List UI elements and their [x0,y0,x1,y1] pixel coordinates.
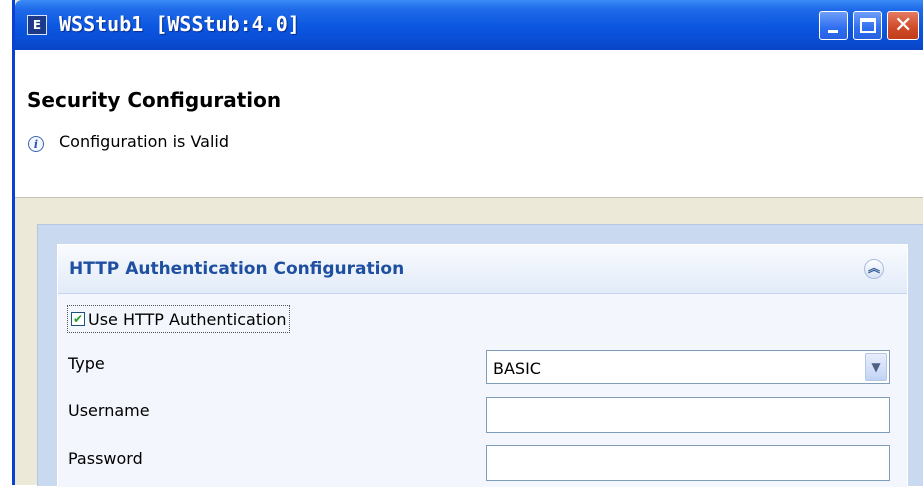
page-header: Security Configuration i Configuration i… [15,50,923,198]
app-window: E WSStub1 [WSStub:4.0] ✕ Security Config… [12,0,923,487]
type-select-value: BASIC [493,359,541,378]
window-title: WSStub1 [WSStub:4.0] [59,12,300,36]
validation-status: Configuration is Valid [59,132,230,151]
checkbox-checked-icon[interactable]: ✔ [71,312,85,326]
use-http-auth-label: Use HTTP Authentication [88,309,287,329]
info-icon: i [28,136,44,152]
section-header[interactable]: HTTP Authentication Configuration ︽ [58,245,907,294]
close-button[interactable]: ✕ [887,11,919,40]
http-auth-section: HTTP Authentication Configuration ︽ ✔ Us… [57,244,908,487]
type-label: Type [68,354,105,373]
use-http-auth-checkbox[interactable]: ✔ Use HTTP Authentication [67,305,291,333]
chevron-down-icon[interactable]: ▼ [865,353,887,381]
username-label: Username [68,401,150,420]
chevron-up-double-icon: ︽ [867,261,880,275]
username-input[interactable] [486,397,890,433]
form-panel: HTTP Authentication Configuration ︽ ✔ Us… [37,224,923,487]
close-icon: ✕ [894,13,913,38]
password-input[interactable] [486,445,890,481]
collapse-button[interactable]: ︽ [864,259,884,279]
maximize-button[interactable] [853,11,882,40]
minimize-button[interactable] [819,11,848,40]
type-select[interactable]: BASIC ▼ [486,350,890,384]
app-icon: E [27,15,47,35]
password-label: Password [68,449,143,468]
section-title: HTTP Authentication Configuration [69,259,405,279]
minimize-icon [828,30,838,33]
form-body: HTTP Authentication Configuration ︽ ✔ Us… [15,198,923,487]
maximize-icon [860,18,876,33]
title-bar[interactable]: E WSStub1 [WSStub:4.0] ✕ [15,0,923,50]
page-title: Security Configuration [27,88,282,112]
